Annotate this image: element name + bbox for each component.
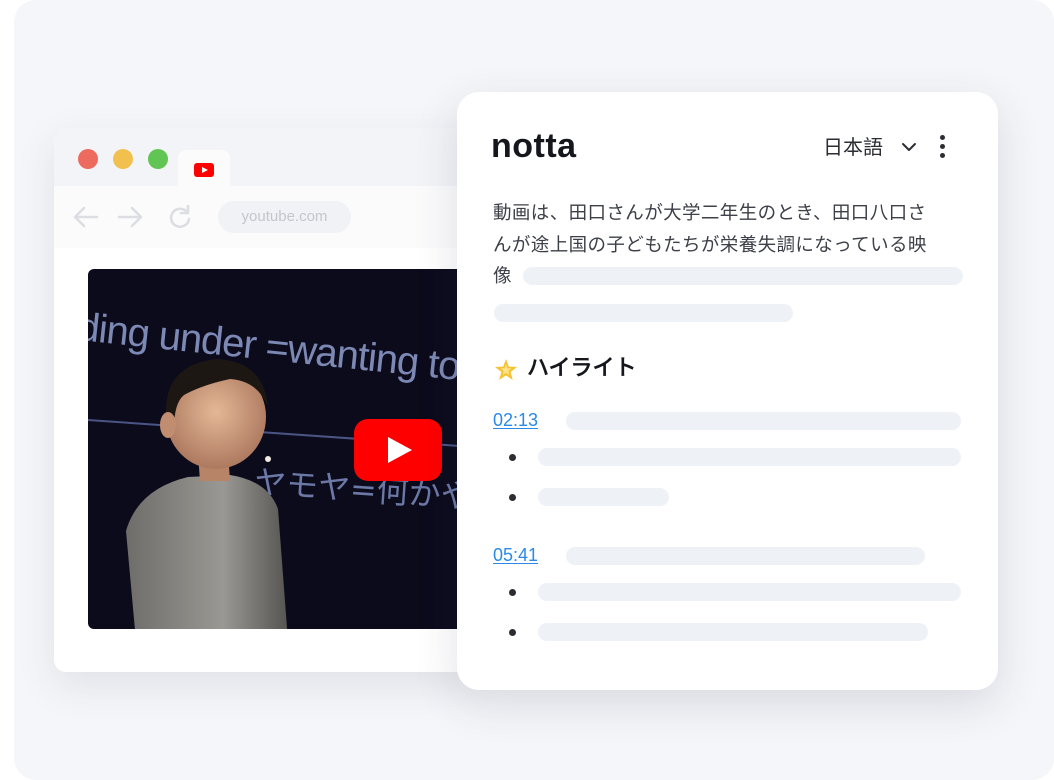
browser-window: youtube.com ding under =wanting to a ヤモヤ… — [54, 128, 474, 672]
bullet-point — [509, 629, 516, 636]
skeleton-line — [566, 412, 961, 430]
skeleton-line — [523, 267, 963, 285]
svg-text:notta: notta — [491, 132, 577, 162]
address-bar[interactable]: youtube.com — [218, 201, 351, 233]
language-select[interactable]: 日本語 — [823, 132, 883, 162]
notta-logo: notta — [491, 132, 577, 162]
chevron-down-icon[interactable] — [901, 140, 917, 154]
minimize-window-button[interactable] — [113, 149, 133, 169]
arrow-right-icon[interactable] — [116, 204, 144, 230]
reload-icon[interactable] — [166, 204, 194, 230]
notta-panel: notta 日本語 動画は、田口さんが大学二年生のとき、田口八口さ んが途上国の… — [457, 92, 998, 690]
browser-tab-youtube[interactable] — [178, 150, 230, 186]
highlight-heading: ハイライト — [527, 356, 637, 381]
transcript-line: 動画は、田口さんが大学二年生のとき、田口八口さ — [493, 203, 927, 224]
browser-toolbar: youtube.com — [54, 186, 474, 248]
skeleton-line — [538, 623, 928, 641]
play-button-icon[interactable] — [354, 419, 442, 481]
arrow-left-icon[interactable] — [72, 204, 100, 230]
video-player[interactable]: ding under =wanting to a ヤモヤ=何かやりた — [88, 269, 474, 629]
bullet-point — [509, 494, 516, 501]
timestamp-link[interactable]: 02:13 — [493, 408, 538, 432]
bullet-point — [509, 589, 516, 596]
skeleton-line — [538, 488, 669, 506]
transcript-line: んが途上国の子どもたちが栄養失調になっている映 — [493, 234, 927, 256]
browser-titlebar — [54, 128, 474, 186]
more-options-icon[interactable] — [939, 134, 947, 160]
skeleton-line — [538, 583, 961, 601]
timestamp-link[interactable]: 05:41 — [493, 543, 538, 567]
maximize-window-button[interactable] — [148, 149, 168, 169]
youtube-icon — [194, 163, 214, 177]
skeleton-line — [538, 448, 961, 466]
skeleton-line — [566, 547, 925, 565]
skeleton-line — [494, 304, 793, 322]
speaker-figure — [126, 359, 288, 629]
bullet-point — [509, 454, 516, 461]
close-window-button[interactable] — [78, 149, 98, 169]
